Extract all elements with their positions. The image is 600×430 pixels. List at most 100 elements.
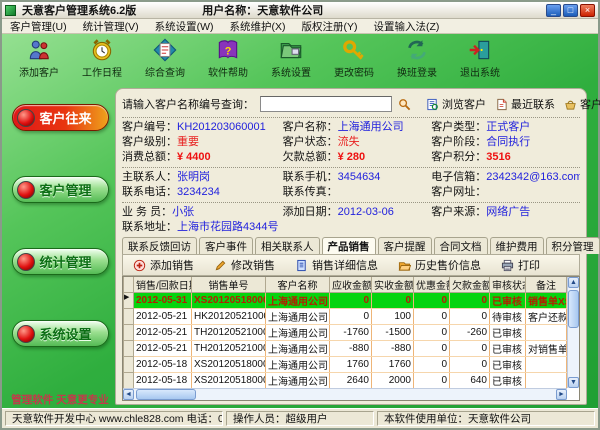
status-developer: 天意软件开发中心 www.chle828.com 电话：0635-7987985… xyxy=(5,411,223,426)
cell-audit-status: 已审核 xyxy=(490,357,526,373)
vscroll-thumb[interactable] xyxy=(568,290,579,328)
column-header[interactable]: 审核状态 xyxy=(490,277,526,293)
column-header[interactable]: 欠款金额 xyxy=(450,277,490,293)
help-icon: ? xyxy=(215,37,241,63)
cell-receivable: -1760 xyxy=(330,325,372,341)
detail-field: 客户网址： xyxy=(431,185,580,200)
cell-receivable: 1760 xyxy=(330,357,372,373)
sidebar-nav-button[interactable]: 系统设置 xyxy=(12,320,109,347)
tab[interactable]: 合同文档 xyxy=(434,237,488,254)
cell-received: 1760 xyxy=(372,357,414,373)
cell-audit-status: 待审核 xyxy=(490,309,526,325)
toolbar-button[interactable]: 更改密码 xyxy=(327,37,381,79)
toolbar-button[interactable]: 工作日程 xyxy=(75,37,129,79)
search-icon[interactable] xyxy=(398,98,411,111)
sidebar-nav-button[interactable]: 客户管理 xyxy=(12,176,109,203)
toolbar-button[interactable]: 换班登录 xyxy=(390,37,444,79)
hscroll-thumb[interactable] xyxy=(136,389,196,400)
table-row[interactable]: 2012-05-21 TH201205210006 上海通用公司 -1760 -… xyxy=(124,325,567,341)
tab[interactable]: 相关联系人 xyxy=(255,237,320,254)
table-row[interactable]: 2012-05-21 TH201205210005 上海通用公司 -880 -8… xyxy=(124,341,567,357)
print-icon xyxy=(501,259,514,272)
toolbar-button[interactable]: ? 软件帮助 xyxy=(201,37,255,79)
detail-field: 联系地址：上海市花园路4344号 xyxy=(122,220,580,235)
tab[interactable]: 客户事件 xyxy=(199,237,253,254)
quick-link[interactable]: 客户管理 xyxy=(564,96,600,112)
toolbar-button-label: 软件帮助 xyxy=(208,64,248,79)
close-button[interactable]: × xyxy=(580,4,595,17)
minimize-button[interactable]: _ xyxy=(546,4,561,17)
cell-owed: 0 xyxy=(450,341,490,357)
table-row[interactable]: 2012-05-18 XS201205180001 上海通用公司 2640 20… xyxy=(124,373,567,389)
cell-sale-no: XS201205180003 xyxy=(192,293,266,309)
toolbar-button[interactable]: 综合查询 xyxy=(138,37,192,79)
table-row[interactable]: 2012-05-31 XS201205180003 上海通用公司 0 0 0 0… xyxy=(124,293,567,309)
detail-value: 张明岗 xyxy=(177,171,210,183)
cell-remark xyxy=(526,373,567,389)
column-header[interactable]: 实收金额 xyxy=(372,277,414,293)
tab[interactable]: 联系反馈回访 xyxy=(122,237,197,254)
table-row[interactable]: 2012-05-21 HK201205210002 上海通用公司 0 100 0… xyxy=(124,309,567,325)
edit-sale-icon xyxy=(214,259,227,272)
quick-link[interactable]: 浏览客户 xyxy=(426,96,486,112)
scroll-down-icon[interactable]: ▼ xyxy=(568,377,579,388)
row-selector-cell xyxy=(124,309,134,325)
sidebar-nav-button[interactable]: 客户往来 xyxy=(12,104,109,131)
action-button[interactable]: 销售详细信息 xyxy=(295,257,378,273)
action-button[interactable]: 打印 xyxy=(501,257,540,273)
svg-text:?: ? xyxy=(225,45,232,57)
action-button[interactable]: 添加销售 xyxy=(133,257,194,273)
sidebar-nav-button[interactable]: 统计管理 xyxy=(12,248,109,275)
window-user-label: 用户名称：天意软件公司 xyxy=(202,2,323,18)
scroll-up-icon[interactable]: ▲ xyxy=(568,277,579,288)
horizontal-scrollbar[interactable]: ◄ ► xyxy=(123,388,567,400)
cell-owed: 0 xyxy=(450,309,490,325)
menu-item[interactable]: 系统维护(X) xyxy=(229,19,285,34)
action-button[interactable]: 修改销售 xyxy=(214,257,275,273)
tab[interactable]: 产品销售 xyxy=(322,237,376,254)
column-header[interactable]: 备注 xyxy=(526,277,567,293)
detail-value: 合同执行 xyxy=(486,136,530,148)
action-label: 修改销售 xyxy=(231,257,275,273)
table-row[interactable]: 2012-05-18 XS201205180003 上海通用公司 1760 17… xyxy=(124,357,567,373)
menu-item[interactable]: 设置输入法(Z) xyxy=(373,19,439,34)
menu-item[interactable]: 客户管理(U) xyxy=(10,19,67,34)
quick-link-label: 最近联系 xyxy=(511,96,555,112)
toolbar-button[interactable]: 系统设置 xyxy=(264,37,318,79)
cell-discount: 0 xyxy=(414,357,450,373)
tab[interactable]: 维护费用 xyxy=(490,237,544,254)
detail-field: 联系手机：3454634 xyxy=(283,170,432,185)
detail-field: 业 务 员：小张 xyxy=(122,205,283,220)
action-label: 历史售价信息 xyxy=(415,257,481,273)
action-button[interactable]: 历史售价信息 xyxy=(398,257,481,273)
column-header[interactable]: 销售/回款日期 xyxy=(134,277,192,293)
sales-action-bar: 添加销售 修改销售 销售详细信息 历史售价信息 xyxy=(122,254,580,276)
tab[interactable]: 积分管理 xyxy=(546,237,600,254)
toolbar-button-label: 工作日程 xyxy=(82,64,122,79)
detail-field: 添加日期：2012-03-06 xyxy=(283,205,432,220)
detail-field: 联系电话：3234234 xyxy=(122,185,283,200)
row-selector-cell xyxy=(124,325,134,341)
column-header[interactable]: 客户名称 xyxy=(266,277,330,293)
scroll-right-icon[interactable]: ► xyxy=(556,389,567,400)
vertical-scrollbar[interactable]: ▲ ▼ xyxy=(567,277,579,388)
price-history-icon xyxy=(398,259,411,272)
toolbar-button[interactable]: 添加客户 xyxy=(12,37,66,79)
column-header[interactable]: 销售单号 xyxy=(192,277,266,293)
menu-item[interactable]: 统计管理(V) xyxy=(83,19,139,34)
column-header[interactable]: 应收金额 xyxy=(330,277,372,293)
tab[interactable]: 客户提醒 xyxy=(378,237,432,254)
divider xyxy=(122,202,580,203)
quick-link[interactable]: 最近联系 xyxy=(495,96,555,112)
column-header[interactable]: 优惠金额 xyxy=(414,277,450,293)
scroll-left-icon[interactable]: ◄ xyxy=(123,389,134,400)
search-input[interactable] xyxy=(260,96,392,112)
menu-item[interactable]: 系统设置(W) xyxy=(155,19,214,34)
maximize-button[interactable]: □ xyxy=(563,4,578,17)
menu-item[interactable]: 版权注册(Y) xyxy=(301,19,357,34)
toolbar-button-label: 综合查询 xyxy=(145,64,185,79)
detail-address: 联系地址：上海市花园路4344号 xyxy=(122,220,580,235)
status-unit: 本软件使用单位：天意软件公司 xyxy=(377,411,595,426)
toolbar-button[interactable]: 退出系统 xyxy=(453,37,507,79)
cell-received: 0 xyxy=(372,293,414,309)
